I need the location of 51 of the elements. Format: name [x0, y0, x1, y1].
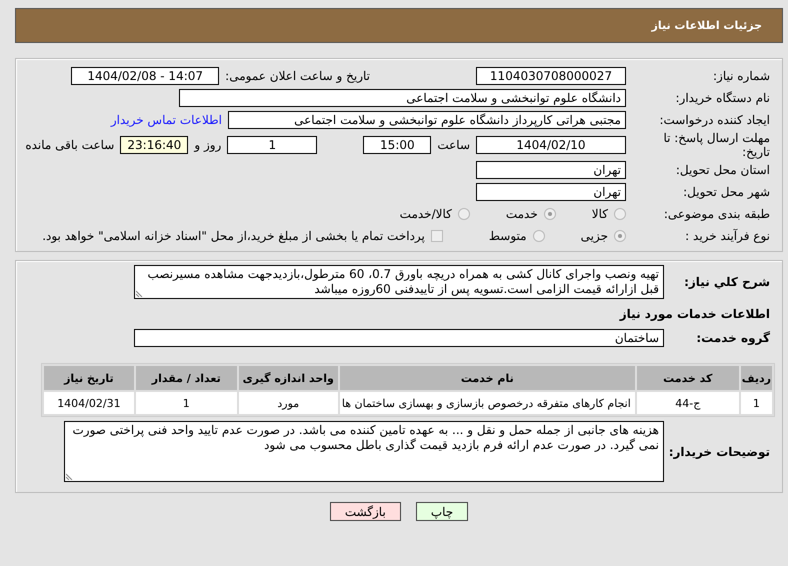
- column-header: کد خدمت: [636, 366, 739, 390]
- section-heading: اطلاعات خدمات مورد نیاز: [618, 307, 770, 321]
- field-label: ایجاد کننده درخواست:: [658, 113, 770, 127]
- option-label: کالا/خدمت: [400, 207, 452, 221]
- option-label: جزیی: [580, 229, 608, 243]
- table-cell: 1404/02/31: [44, 392, 134, 414]
- days-field: 1: [227, 136, 318, 154]
- column-header: نام خدمت: [340, 366, 635, 390]
- field-label: شماره نیاز:: [712, 69, 770, 83]
- buyer-org-field: دانشگاه علوم توانبخشی و سلامت اجتماعی: [179, 89, 626, 107]
- field-label: نام دستگاه خریدار:: [674, 91, 770, 105]
- field-label: شرح کلي نیاز:: [683, 275, 770, 289]
- table-cell: 1: [136, 392, 237, 414]
- field-label: مهلت ارسال پاسخ: تا تاریخ:: [662, 131, 770, 159]
- remaining-label: ساعت باقی مانده: [25, 138, 114, 152]
- column-header: واحد اندازه گیری: [238, 366, 338, 390]
- checkbox-label: پرداخت تمام یا بخشی از مبلغ خرید،از محل "اسناد خزانه اسلامی" خواهد بود.: [42, 229, 425, 243]
- table-cell: 1: [740, 392, 772, 414]
- option-label: کالا: [592, 207, 608, 221]
- field-label: شهر محل تحویل:: [682, 185, 770, 199]
- service-group-field: ساختمان: [134, 329, 664, 347]
- province-field: تهران: [476, 161, 626, 179]
- back-button[interactable]: بازگشت: [330, 502, 401, 521]
- buyer-contact-link[interactable]: اطلاعات تماس خریدار: [110, 113, 222, 127]
- column-header: ردیف: [740, 366, 772, 390]
- field-label: توضیحات خریدار:: [670, 444, 770, 458]
- announce-date-field: 1404/02/08 - 14:07: [71, 67, 220, 85]
- field-label: استان محل تحویل:: [674, 163, 770, 177]
- requester-field: مجتبی هراتی کارپرداز دانشگاه علوم توانبخشی و سلامت اجتماعی: [228, 111, 626, 129]
- option-label: متوسط: [488, 229, 527, 243]
- field-label: تاریخ و ساعت اعلان عمومی:: [225, 69, 370, 83]
- column-header: تعداد / مقدار: [136, 366, 237, 390]
- page-title: جزئیات اطلاعات نیاز: [652, 19, 762, 32]
- description-text: تهیه ونصب واجرای کانال کشی به همراه دریچه باورق 0.7، 60 مترطول،بازدیدجهت مشاهده مسیرنصب قبل ازارائه قیمت الزامی است.تسویه پس از تاییدفنی 60روزه میباشد: [148, 267, 659, 296]
- option-label: خدمت: [506, 207, 538, 221]
- city-field: تهران: [476, 183, 626, 201]
- need-number-field: 1104030708000027: [476, 67, 626, 85]
- column-header: تاریخ نیاز: [44, 366, 134, 390]
- field-label: نوع فرآیند خرید :: [684, 229, 770, 243]
- field-label: گروه خدمت:: [695, 331, 770, 345]
- table-cell: ج-44: [636, 392, 739, 414]
- field-label: طبقه بندی موضوعی:: [662, 207, 770, 221]
- deadline-time-field: 15:00: [363, 136, 432, 154]
- table-cell: انجام کارهای متفرقه درخصوص بازسازی و بهسازی ساختمان ها: [340, 392, 635, 414]
- buyer-notes-text: هزینه های جانبی از جمله حمل و نقل و ... به عهده تامین کننده می باشد. در صورت عدم تایید واحد فنی پراختی صورت نمی گیرد. در صورت عدم ارائه فرم بازدید قیمت گذاری باطل محسوب می شود: [72, 423, 659, 452]
- print-button[interactable]: چاپ: [416, 502, 468, 521]
- remaining-time-field: 23:16:40: [120, 136, 188, 154]
- days-label: روز و: [194, 138, 222, 152]
- deadline-date-field: 1404/02/10: [476, 136, 626, 154]
- time-label: ساعت: [437, 138, 470, 152]
- table-cell: مورد: [238, 392, 338, 414]
